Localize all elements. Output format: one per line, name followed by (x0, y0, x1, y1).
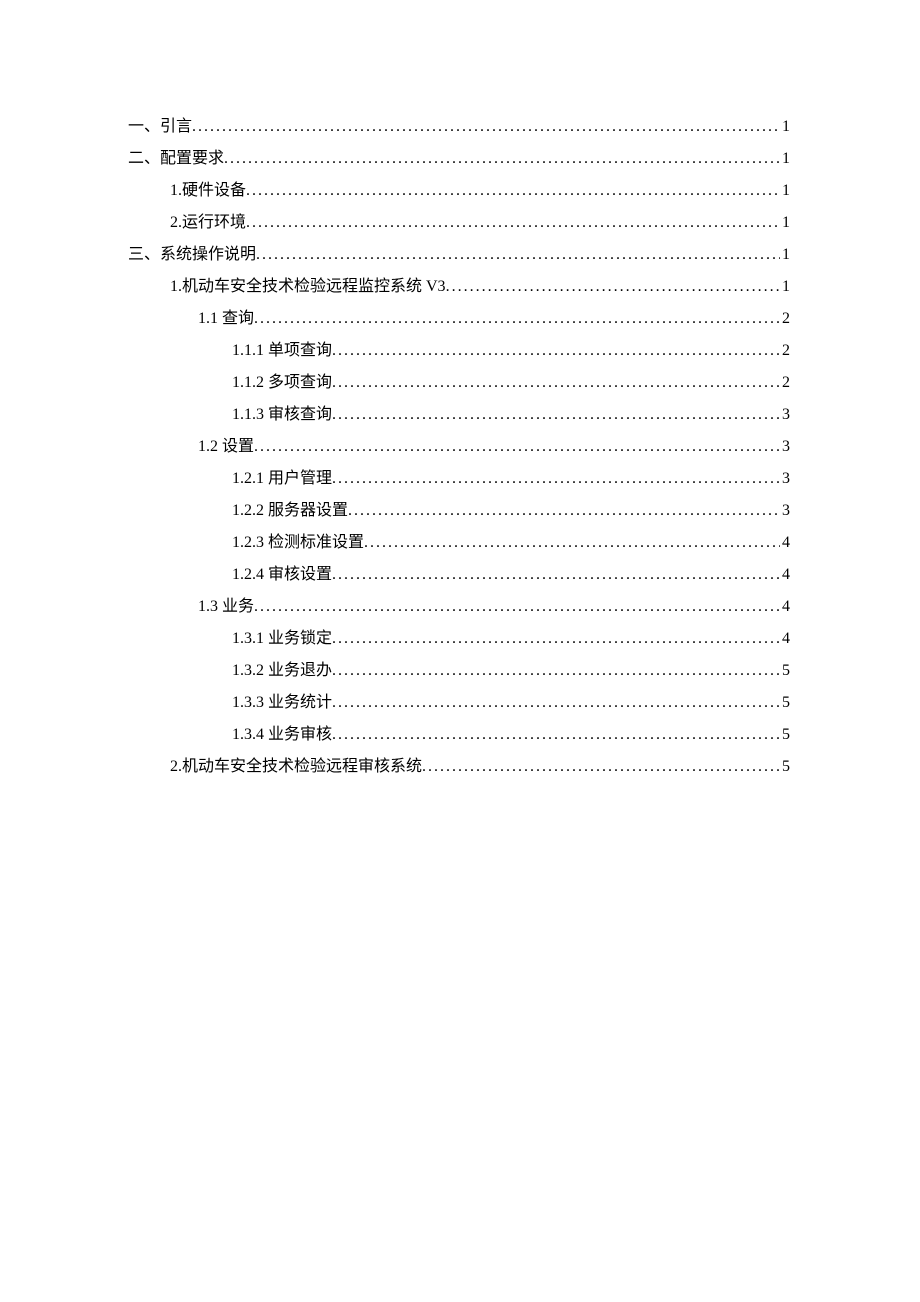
toc-leader-dots (364, 531, 780, 555)
toc-entry: 1.2.1 用户管理 3 (128, 467, 790, 491)
toc-leader-dots (256, 243, 780, 267)
toc-leader-dots (246, 179, 780, 203)
toc-title: 1.3.4 业务审核 (232, 723, 332, 747)
toc-title: 1.1.1 单项查询 (232, 339, 332, 363)
toc-page-number: 4 (780, 595, 790, 619)
toc-title: 2.机动车安全技术检验远程审核系统 (170, 755, 422, 779)
toc-entry: 1.3.2 业务退办 5 (128, 659, 790, 683)
toc-leader-dots (332, 467, 780, 491)
toc-entry: 1.2 设置 3 (128, 435, 790, 459)
toc-leader-dots (422, 755, 780, 779)
toc-page-number: 5 (780, 723, 790, 747)
toc-page-number: 4 (780, 531, 790, 555)
toc-entry: 2.运行环境 1 (128, 211, 790, 235)
toc-page-number: 1 (780, 179, 790, 203)
toc-entry: 1.3.1 业务锁定 4 (128, 627, 790, 651)
toc-title: 1.2.2 服务器设置 (232, 499, 348, 523)
toc-entry: 1.硬件设备 1 (128, 179, 790, 203)
toc-leader-dots (332, 723, 780, 747)
toc-page-number: 4 (780, 627, 790, 651)
toc-page-number: 1 (780, 211, 790, 235)
toc-entry: 1.1.1 单项查询 2 (128, 339, 790, 363)
toc-page-number: 3 (780, 403, 790, 427)
toc-title: 1.1.2 多项查询 (232, 371, 332, 395)
toc-title: 1.1 查询 (198, 307, 254, 331)
toc-title: 1.硬件设备 (170, 179, 246, 203)
toc-page-number: 1 (780, 243, 790, 267)
toc-leader-dots (332, 563, 780, 587)
toc-entry: 1.2.3 检测标准设置 4 (128, 531, 790, 555)
toc-entry: 二、配置要求 1 (128, 147, 790, 171)
toc-entry: 1.3.3 业务统计 5 (128, 691, 790, 715)
toc-page-number: 2 (780, 339, 790, 363)
toc-leader-dots (246, 211, 780, 235)
toc-entry: 1.3 业务 4 (128, 595, 790, 619)
toc-entry: 1.2.4 审核设置 4 (128, 563, 790, 587)
toc-title: 1.2.3 检测标准设置 (232, 531, 364, 555)
toc-entry: 1.1.2 多项查询 2 (128, 371, 790, 395)
toc-page-number: 3 (780, 499, 790, 523)
toc-title: 2.运行环境 (170, 211, 246, 235)
toc-entry: 1.1 查询 2 (128, 307, 790, 331)
toc-leader-dots (332, 339, 780, 363)
toc-page-number: 4 (780, 563, 790, 587)
toc-title: 1.3.2 业务退办 (232, 659, 332, 683)
toc-page-number: 1 (780, 147, 790, 171)
toc-leader-dots (332, 403, 780, 427)
toc-leader-dots (348, 499, 780, 523)
toc-page-number: 3 (780, 467, 790, 491)
toc-title: 1.1.3 审核查询 (232, 403, 332, 427)
toc-page-number: 2 (780, 371, 790, 395)
toc-page-number: 5 (780, 755, 790, 779)
toc-title: 1.机动车安全技术检验远程监控系统 V3 (170, 275, 446, 299)
toc-leader-dots (254, 595, 780, 619)
toc-entry: 1.2.2 服务器设置 3 (128, 499, 790, 523)
toc-entry: 三、系统操作说明 1 (128, 243, 790, 267)
toc-page-number: 1 (780, 275, 790, 299)
toc-entry: 1.3.4 业务审核 5 (128, 723, 790, 747)
toc-entry: 一、引言 1 (128, 115, 790, 139)
toc-page-number: 2 (780, 307, 790, 331)
toc-page-number: 1 (780, 115, 790, 139)
toc-leader-dots (332, 659, 780, 683)
toc-title: 1.2.1 用户管理 (232, 467, 332, 491)
toc-title: 1.2.4 审核设置 (232, 563, 332, 587)
toc-title: 1.3 业务 (198, 595, 254, 619)
toc-title: 1.3.1 业务锁定 (232, 627, 332, 651)
toc-leader-dots (224, 147, 780, 171)
toc-entry: 1.机动车安全技术检验远程监控系统 V3 1 (128, 275, 790, 299)
toc-leader-dots (332, 691, 780, 715)
toc-entry: 1.1.3 审核查询 3 (128, 403, 790, 427)
toc-leader-dots (446, 275, 780, 299)
toc-leader-dots (254, 435, 780, 459)
toc-title: 三、系统操作说明 (128, 243, 256, 267)
toc-entry: 2.机动车安全技术检验远程审核系统 5 (128, 755, 790, 779)
toc-leader-dots (332, 371, 780, 395)
toc-page-number: 5 (780, 691, 790, 715)
toc-page-number: 5 (780, 659, 790, 683)
toc-page-number: 3 (780, 435, 790, 459)
toc-title: 二、配置要求 (128, 147, 224, 171)
toc-title: 1.2 设置 (198, 435, 254, 459)
toc-title: 1.3.3 业务统计 (232, 691, 332, 715)
toc-leader-dots (332, 627, 780, 651)
toc-title: 一、引言 (128, 115, 192, 139)
toc-leader-dots (254, 307, 780, 331)
table-of-contents: 一、引言1二、配置要求11.硬件设备12.运行环境1三、系统操作说明11.机动车… (128, 115, 790, 779)
toc-leader-dots (192, 115, 780, 139)
